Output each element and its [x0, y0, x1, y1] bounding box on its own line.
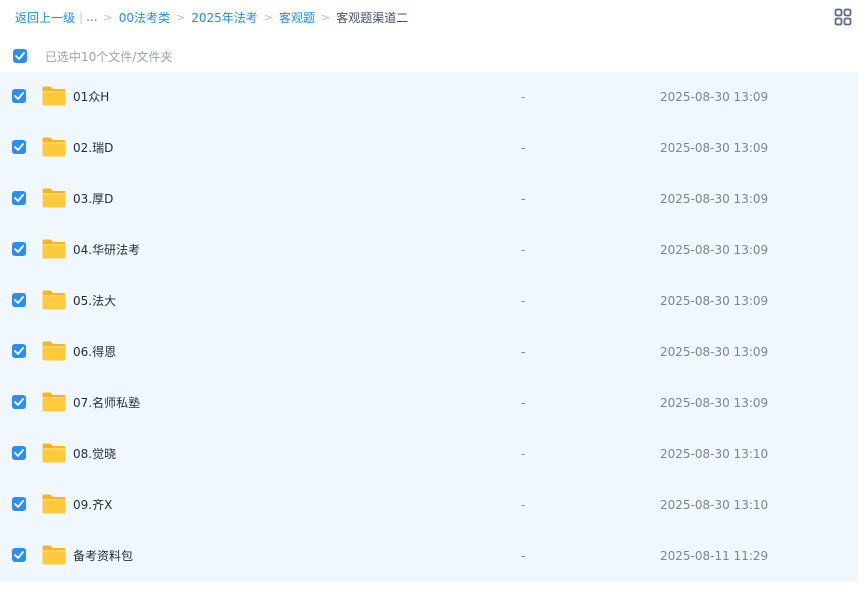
file-checkbox[interactable]: [12, 548, 26, 562]
file-name[interactable]: 04.华研法考: [73, 242, 140, 258]
folder-icon: [42, 137, 66, 157]
file-name[interactable]: 05.法大: [73, 293, 116, 309]
file-row[interactable]: 03.厚D - 2025-08-30 13:09: [0, 174, 858, 225]
file-modified-date: 2025-08-30 13:09: [660, 294, 769, 308]
file-name[interactable]: 01众H: [73, 89, 109, 105]
breadcrumb-ellipsis[interactable]: ...: [86, 10, 97, 24]
folder-icon: [42, 239, 66, 259]
breadcrumb-item-objective[interactable]: 客观题: [279, 9, 315, 26]
folder-icon: [42, 188, 66, 208]
folder-icon: [42, 443, 66, 463]
breadcrumb-current: 客观题渠道二: [336, 10, 409, 25]
file-row[interactable]: 09.齐X - 2025-08-30 13:10: [0, 480, 858, 531]
file-row[interactable]: 备考资料包 - 2025-08-11 11:29: [0, 531, 858, 582]
checkmark-icon: [14, 143, 24, 151]
checkmark-icon: [14, 245, 24, 253]
file-name[interactable]: 09.齐X: [73, 497, 112, 513]
file-modified-date: 2025-08-30 13:09: [660, 243, 769, 257]
file-modified-date: 2025-08-30 13:10: [660, 498, 769, 512]
file-modified-date: 2025-08-30 13:09: [660, 141, 769, 155]
folder-icon: [42, 341, 66, 361]
breadcrumb: 返回上一级 | ... > 00法考类 > 2025年法考 > 客观题 > 客观…: [15, 8, 408, 26]
file-size: -: [521, 243, 526, 257]
file-size: -: [521, 141, 526, 155]
file-row[interactable]: 08.觉晓 - 2025-08-30 13:10: [0, 429, 858, 480]
file-size: -: [521, 345, 526, 359]
checkmark-icon: [14, 398, 24, 406]
file-modified-date: 2025-08-30 13:09: [660, 396, 769, 410]
breadcrumb-separator: >: [263, 10, 273, 24]
file-checkbox[interactable]: [12, 497, 26, 511]
file-row[interactable]: 06.得恩 - 2025-08-30 13:09: [0, 327, 858, 378]
folder-icon: [42, 86, 66, 106]
checkmark-icon: [14, 347, 24, 355]
file-size: -: [521, 396, 526, 410]
grid-view-icon[interactable]: [834, 8, 852, 26]
file-checkbox[interactable]: [12, 395, 26, 409]
breadcrumb-separator: >: [321, 10, 331, 24]
file-name[interactable]: 03.厚D: [73, 191, 113, 207]
checkmark-icon: [14, 296, 24, 304]
file-row[interactable]: 04.华研法考 - 2025-08-30 13:09: [0, 225, 858, 276]
folder-icon: [42, 545, 66, 565]
file-row[interactable]: 01众H - 2025-08-30 13:09: [0, 72, 858, 123]
folder-icon: [42, 392, 66, 412]
file-browser: 返回上一级 | ... > 00法考类 > 2025年法考 > 客观题 > 客观…: [0, 0, 867, 594]
file-size: -: [521, 549, 526, 563]
file-row[interactable]: 02.瑞D - 2025-08-30 13:09: [0, 123, 858, 174]
select-all-checkbox[interactable]: [13, 49, 27, 63]
file-name[interactable]: 08.觉晓: [73, 446, 116, 462]
file-name[interactable]: 06.得恩: [73, 344, 116, 360]
file-modified-date: 2025-08-30 13:09: [660, 345, 769, 359]
file-size: -: [521, 90, 526, 104]
file-modified-date: 2025-08-11 11:29: [660, 549, 769, 563]
file-size: -: [521, 447, 526, 461]
breadcrumb-separator: >: [176, 10, 186, 24]
file-checkbox[interactable]: [12, 89, 26, 103]
folder-icon: [42, 494, 66, 514]
file-name[interactable]: 备考资料包: [73, 548, 133, 564]
checkmark-icon: [14, 551, 24, 559]
file-checkbox[interactable]: [12, 140, 26, 154]
folder-icon: [42, 290, 66, 310]
file-size: -: [521, 192, 526, 206]
breadcrumb-back-link[interactable]: 返回上一级: [15, 9, 75, 26]
file-name[interactable]: 07.名师私塾: [73, 395, 140, 411]
breadcrumb-pipe: |: [79, 10, 84, 24]
file-checkbox[interactable]: [12, 191, 26, 205]
file-checkbox[interactable]: [12, 344, 26, 358]
checkmark-icon: [14, 500, 24, 508]
file-row[interactable]: 07.名师私塾 - 2025-08-30 13:09: [0, 378, 858, 429]
file-size: -: [521, 294, 526, 308]
breadcrumb-item-2025-law-exam[interactable]: 2025年法考: [191, 9, 258, 26]
file-modified-date: 2025-08-30 13:09: [660, 90, 769, 104]
breadcrumb-separator: >: [103, 10, 113, 24]
file-size: -: [521, 498, 526, 512]
checkmark-icon: [14, 92, 24, 100]
selection-count-label: 已选中10个文件/文件夹: [45, 49, 173, 64]
file-name[interactable]: 02.瑞D: [73, 140, 113, 156]
file-modified-date: 2025-08-30 13:09: [660, 192, 769, 206]
select-all-bar: 已选中10个文件/文件夹: [0, 40, 858, 72]
file-checkbox[interactable]: [12, 446, 26, 460]
file-row[interactable]: 05.法大 - 2025-08-30 13:09: [0, 276, 858, 327]
file-list: 01众H - 2025-08-30 13:09 02.瑞D - 2025-08-30 13…: [0, 72, 858, 582]
file-checkbox[interactable]: [12, 242, 26, 256]
file-checkbox[interactable]: [12, 293, 26, 307]
checkmark-icon: [15, 52, 25, 60]
checkmark-icon: [14, 449, 24, 457]
file-modified-date: 2025-08-30 13:10: [660, 447, 769, 461]
breadcrumb-item-law-exam[interactable]: 00法考类: [119, 9, 170, 26]
checkmark-icon: [14, 194, 24, 202]
